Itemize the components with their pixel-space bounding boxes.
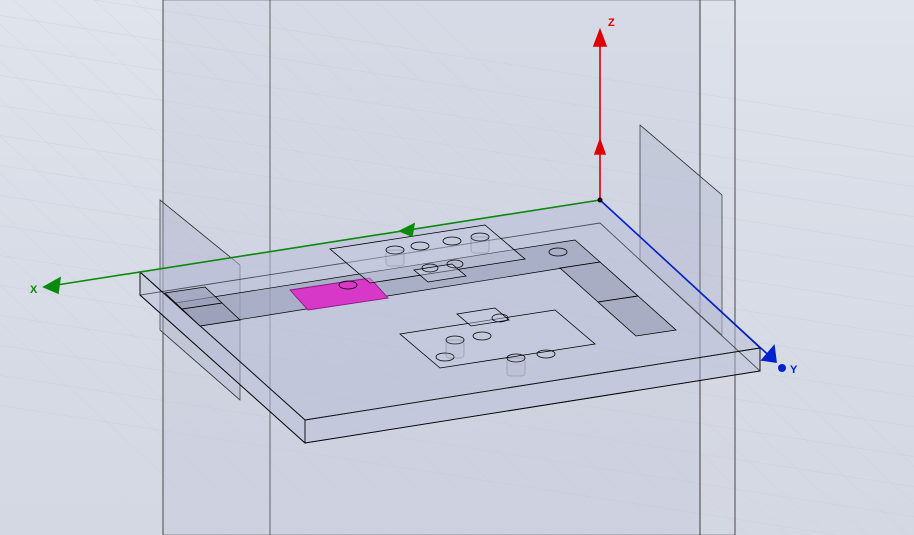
axis-origin bbox=[598, 198, 603, 203]
hfss-3d-viewport[interactable]: X Y Z bbox=[0, 0, 914, 535]
axis-z-label: Z bbox=[608, 17, 615, 29]
axis-y-label: Y bbox=[790, 364, 798, 376]
axis-x-label: X bbox=[30, 284, 38, 296]
